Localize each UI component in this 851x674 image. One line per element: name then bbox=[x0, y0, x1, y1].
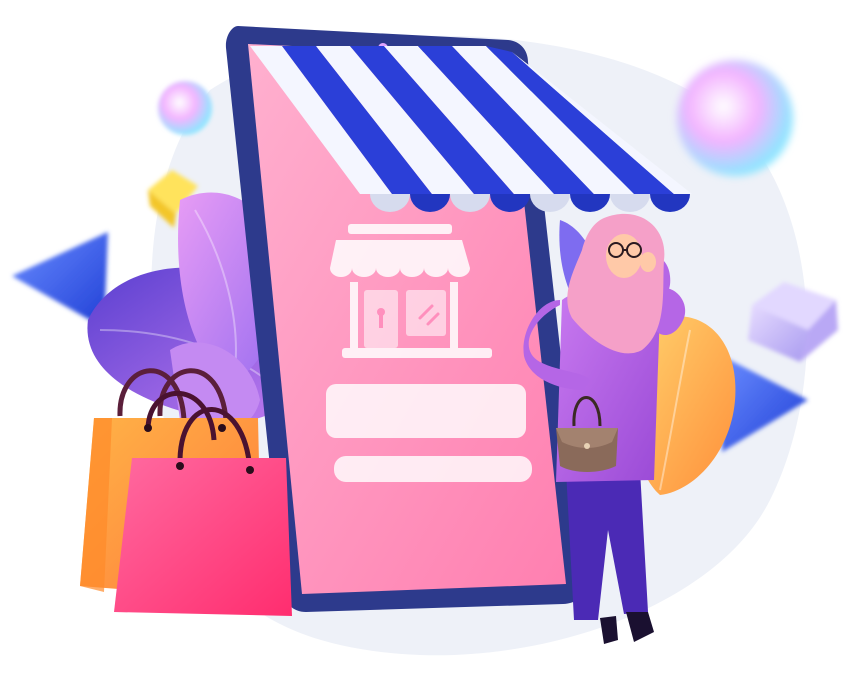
screen-text-bar-large bbox=[326, 384, 526, 438]
floating-orb-right bbox=[677, 60, 793, 176]
screen-text-bar-small bbox=[334, 456, 532, 482]
online-shopping-illustration bbox=[12, 26, 838, 656]
floating-orb-left bbox=[158, 81, 212, 135]
